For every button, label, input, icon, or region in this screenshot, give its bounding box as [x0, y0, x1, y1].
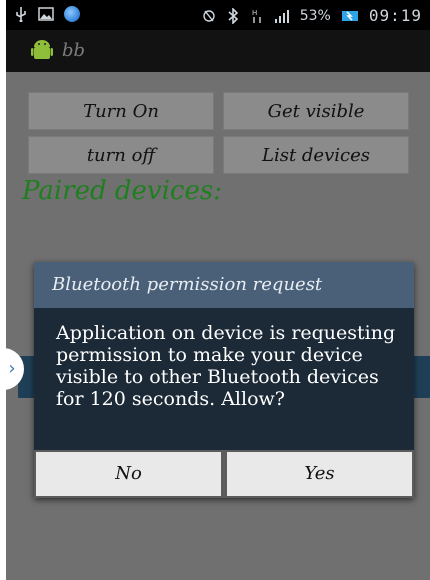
status-left: [14, 6, 80, 22]
data-icon: H: [252, 9, 261, 23]
browser-icon: [64, 6, 80, 22]
signal-icon: [274, 9, 289, 23]
turn-off-button[interactable]: turn off: [28, 136, 214, 174]
android-app-icon[interactable]: [30, 38, 54, 62]
list-devices-button[interactable]: List devices: [223, 136, 409, 174]
image-icon: [38, 7, 54, 21]
bluetooth-icon: [228, 7, 238, 24]
clock: 09:19: [368, 6, 422, 25]
get-visible-button[interactable]: Get visible: [223, 92, 409, 130]
action-bar: bb: [6, 30, 430, 72]
no-button[interactable]: No: [36, 452, 221, 496]
app-title: bb: [62, 40, 86, 61]
turn-on-button[interactable]: Turn On: [28, 92, 214, 130]
status-right: H 53% 09:19: [202, 6, 422, 25]
battery-icon: [341, 10, 358, 21]
paired-devices-label: Paired devices:: [22, 176, 222, 206]
main-content: Turn On Get visible turn off List device…: [6, 72, 430, 580]
mute-icon: [203, 9, 215, 22]
usb-icon: [16, 7, 26, 22]
bluetooth-permission-dialog: Bluetooth permission request Application…: [34, 262, 414, 498]
dialog-button-bar: No Yes: [34, 450, 414, 498]
dialog-message: Application on device is requesting perm…: [56, 322, 396, 410]
phone-screen: H 53% 09:19 bb Turn On Get visible turn …: [6, 0, 430, 580]
yes-button[interactable]: Yes: [227, 452, 412, 496]
status-bar: H 53% 09:19: [6, 0, 430, 30]
svg-text:H: H: [252, 9, 257, 17]
battery-percent: 53%: [299, 7, 331, 24]
dialog-title: Bluetooth permission request: [34, 262, 414, 308]
